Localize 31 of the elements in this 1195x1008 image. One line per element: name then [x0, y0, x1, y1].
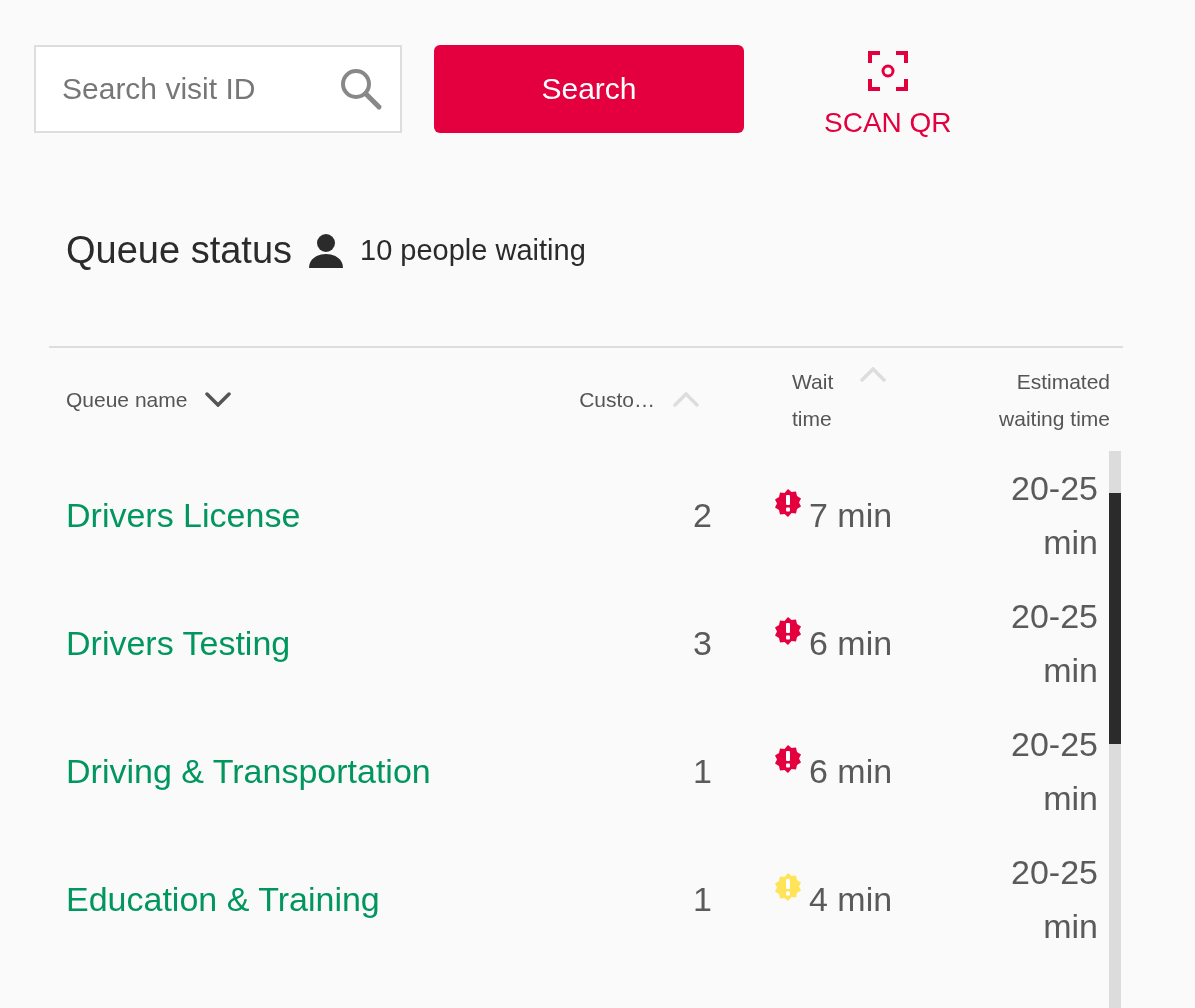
wait-time: 6 min [809, 623, 893, 663]
sort-chevron-icon[interactable] [205, 392, 232, 407]
scan-icon [867, 51, 908, 91]
search-field[interactable]: Search visit ID [34, 45, 402, 133]
queue-name-link[interactable]: Drivers License [66, 495, 301, 534]
estimated-time: 20-25 min [1011, 469, 1098, 561]
estimated-time: 20-25 min [1011, 853, 1098, 945]
queue-name-link[interactable]: Education & Training [66, 879, 380, 918]
customer-count: 1 [693, 751, 712, 790]
column-header[interactable]: Wait time [792, 362, 842, 437]
waiting-count: 10 people waiting [360, 234, 586, 267]
customer-count: 1 [693, 879, 712, 918]
scrollbar-thumb[interactable] [1109, 493, 1121, 744]
person-icon [308, 232, 345, 269]
column-header[interactable]: Custo… [579, 381, 655, 418]
scan-qr-button[interactable]: SCAN QR [824, 45, 952, 139]
search-icon [338, 66, 384, 112]
search-button[interactable]: Search [434, 45, 744, 133]
customer-count: 2 [693, 495, 712, 534]
queue-name-link[interactable]: Driving & Transportation [66, 751, 431, 790]
estimated-time: 20-25 min [1011, 725, 1098, 817]
column-header[interactable]: Estimated waiting time [960, 362, 1110, 437]
queue-name-link[interactable]: Drivers Testing [66, 623, 291, 662]
estimated-time: 20-25 min [1011, 597, 1098, 689]
wait-time: 6 min [809, 751, 893, 791]
section-title: Queue status [66, 229, 293, 272]
customer-count: 3 [693, 623, 712, 662]
wait-time: 4 min [809, 879, 893, 919]
column-header[interactable]: Queue name [66, 381, 188, 418]
scrollbar[interactable] [1109, 451, 1121, 1008]
wait-time: 7 min [809, 495, 893, 535]
